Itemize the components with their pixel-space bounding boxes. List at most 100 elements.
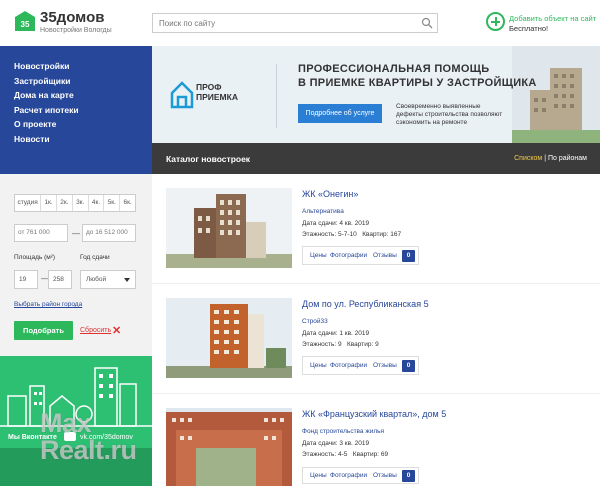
vk-link[interactable]: vk.com/35domov [80, 434, 133, 441]
building-photo-icon [166, 298, 292, 378]
banner-desc-line1: Своевременно выявленные [396, 103, 481, 110]
search-button[interactable]: Подобрать [14, 321, 73, 340]
listing-item: ЖК «Онегин» Альтернатива Дата сдачи: 4 к… [152, 174, 600, 284]
search-box [152, 13, 438, 33]
tab-prices[interactable]: Цены [310, 362, 327, 369]
banner-desc-line3: сэкономить на ремонте [396, 119, 468, 126]
area-from-input[interactable]: 19 [14, 270, 38, 289]
listing-flats-value: Квартир: 69 [352, 451, 389, 458]
logo-subtitle: Новостройки Вологды [40, 27, 112, 34]
search-icon[interactable] [421, 17, 433, 29]
add-object-label[interactable]: Добавить объект на сайт [509, 14, 596, 23]
room-option-studio[interactable]: студия [15, 195, 42, 211]
listing-title[interactable]: ЖК «Французский квартал», дом 5 [302, 409, 446, 419]
year-select[interactable]: Любой [80, 270, 136, 289]
vk-promo[interactable]: Мы Вконтакте vk.com/35domov [0, 356, 152, 486]
add-object-free: Бесплатно! [509, 24, 549, 33]
banner-headline: ПРОФЕССИОНАЛЬНАЯ ПОМОЩЬ В ПРИЕМКЕ КВАРТИ… [298, 62, 537, 90]
listing-title[interactable]: ЖК «Онегин» [302, 189, 358, 199]
year-select-value: Любой [86, 276, 107, 283]
listing-tabs: Цены Фотографии Отзывы 0 [302, 356, 419, 375]
nav-developers[interactable]: Застройщики [14, 74, 152, 89]
area-label: Площадь (м²) [14, 254, 56, 261]
room-option-5[interactable]: 5к. [104, 195, 121, 211]
search-filter: студия 1к. 2к. 3к. 4к. 5к. 6к. от 761 00… [0, 174, 152, 356]
catalog-view-switch: Списком | По районам [514, 155, 587, 162]
listing-tabs: Цены Фотографии Отзывы 0 [302, 246, 419, 265]
banner-headline-line2: В ПРИЕМКЕ КВАРТИРЫ У ЗАСТРОЙЩИКА [298, 77, 537, 89]
price-to-input[interactable]: до 16 512 000 [82, 224, 136, 242]
room-option-1[interactable]: 1к. [41, 195, 57, 211]
banner-divider [276, 64, 277, 128]
listing-floors: Этажность: 9 Квартир: 9 [302, 341, 379, 348]
listing-flats-value: Квартир: 167 [362, 231, 402, 238]
listing-photo[interactable] [166, 408, 292, 486]
tab-reviews[interactable]: Отзывы [373, 472, 397, 479]
vk-label: Мы Вконтакте [8, 434, 57, 441]
listing-developer[interactable]: Строй33 [302, 318, 328, 325]
room-option-4[interactable]: 4к. [89, 195, 105, 211]
view-districts-link[interactable]: По районам [548, 155, 587, 162]
listing-deadline: Дата сдачи: 3 кв. 2019 [302, 440, 370, 447]
nav-new-buildings[interactable]: Новостройки [14, 59, 152, 74]
site-header: 35 35домов Новостройки Вологды Добавить … [0, 0, 600, 46]
banner-headline-line1: ПРОФЕССИОНАЛЬНАЯ ПОМОЩЬ [298, 63, 490, 75]
room-option-2[interactable]: 2к. [57, 195, 73, 211]
tab-photos[interactable]: Фотографии [330, 362, 367, 369]
listing-photo[interactable] [166, 188, 292, 268]
chevron-down-icon [124, 278, 130, 282]
listing-tabs: Цены Фотографии Отзывы 0 [302, 467, 419, 484]
room-option-6[interactable]: 6к. [120, 195, 135, 211]
catalog-header: Каталог новостроек Списком | По районам [152, 143, 600, 174]
listing-floors-value: Этажность: 5-7-10 [302, 231, 357, 238]
banner-desc-line2: дефекты строительства позволяют [396, 111, 503, 118]
nav-map[interactable]: Дома на карте [14, 88, 152, 103]
price-from-input[interactable]: от 761 000 [14, 224, 68, 242]
price-dash: — [72, 229, 80, 238]
close-icon[interactable]: ✕ [112, 324, 121, 337]
promo-banner[interactable]: ПРОФ ПРИЕМКА ПРОФЕССИОНАЛЬНАЯ ПОМОЩЬ В П… [152, 46, 600, 143]
reviews-count-badge: 0 [402, 250, 415, 262]
nav-about[interactable]: О проекте [14, 117, 152, 132]
tab-photos[interactable]: Фотографии [330, 472, 367, 479]
logo-title[interactable]: 35домов [40, 9, 104, 26]
listing-deadline: Дата сдачи: 4 кв. 2019 [302, 220, 370, 227]
view-list-link[interactable]: Списком [514, 155, 542, 162]
tab-prices[interactable]: Цены [310, 472, 327, 479]
vk-logo-icon [64, 432, 76, 441]
logo-number: 35 [21, 20, 30, 29]
search-input[interactable] [153, 14, 409, 32]
listing-item: ЖК «Французский квартал», дом 5 Фонд стр… [152, 394, 600, 486]
listing-title[interactable]: Дом по ул. Республиканская 5 [302, 299, 429, 309]
banner-logo-line2: ПРИЕМКА [196, 92, 238, 102]
listing-photo[interactable] [166, 298, 292, 378]
year-label: Год сдачи [80, 254, 110, 261]
nav-mortgage[interactable]: Расчет ипотеки [14, 103, 152, 118]
add-object-link[interactable]: Добавить объект на сайт Бесплатно! [509, 14, 596, 34]
listing-floors: Этажность: 4-5 Квартир: 69 [302, 451, 388, 458]
listing-floors: Этажность: 5-7-10 Квартир: 167 [302, 231, 401, 238]
banner-logo: ПРОФ ПРИЕМКА [196, 82, 238, 102]
tab-photos[interactable]: Фотографии [330, 252, 367, 259]
room-option-3[interactable]: 3к. [73, 195, 89, 211]
listing-floors-value: Этажность: 9 [302, 341, 342, 348]
listing-floors-value: Этажность: 4-5 [302, 451, 348, 458]
listing-developer[interactable]: Фонд строительства жилья [302, 428, 384, 435]
add-object-icon[interactable] [486, 12, 505, 31]
tab-reviews[interactable]: Отзывы [373, 362, 397, 369]
district-link[interactable]: Выбрать район города [14, 301, 82, 308]
city-illustration-icon [0, 367, 152, 486]
logo-icon[interactable]: 35 [14, 10, 36, 32]
reviews-count-badge: 0 [402, 360, 415, 372]
tab-prices[interactable]: Цены [310, 252, 327, 259]
listing-item: Дом по ул. Республиканская 5 Строй33 Дат… [152, 284, 600, 394]
area-to-input[interactable]: 258 [48, 270, 72, 289]
building-photo-icon [166, 408, 292, 486]
listing-developer[interactable]: Альтернатива [302, 208, 344, 215]
nav-news[interactable]: Новости [14, 132, 152, 147]
banner-description: Своевременно выявленные дефекты строител… [396, 103, 502, 127]
tab-reviews[interactable]: Отзывы [373, 252, 397, 259]
banner-logo-line1: ПРОФ [196, 82, 222, 92]
banner-details-button[interactable]: Подробнее об услуге [298, 104, 382, 123]
reset-link[interactable]: Сбросить [80, 327, 111, 334]
